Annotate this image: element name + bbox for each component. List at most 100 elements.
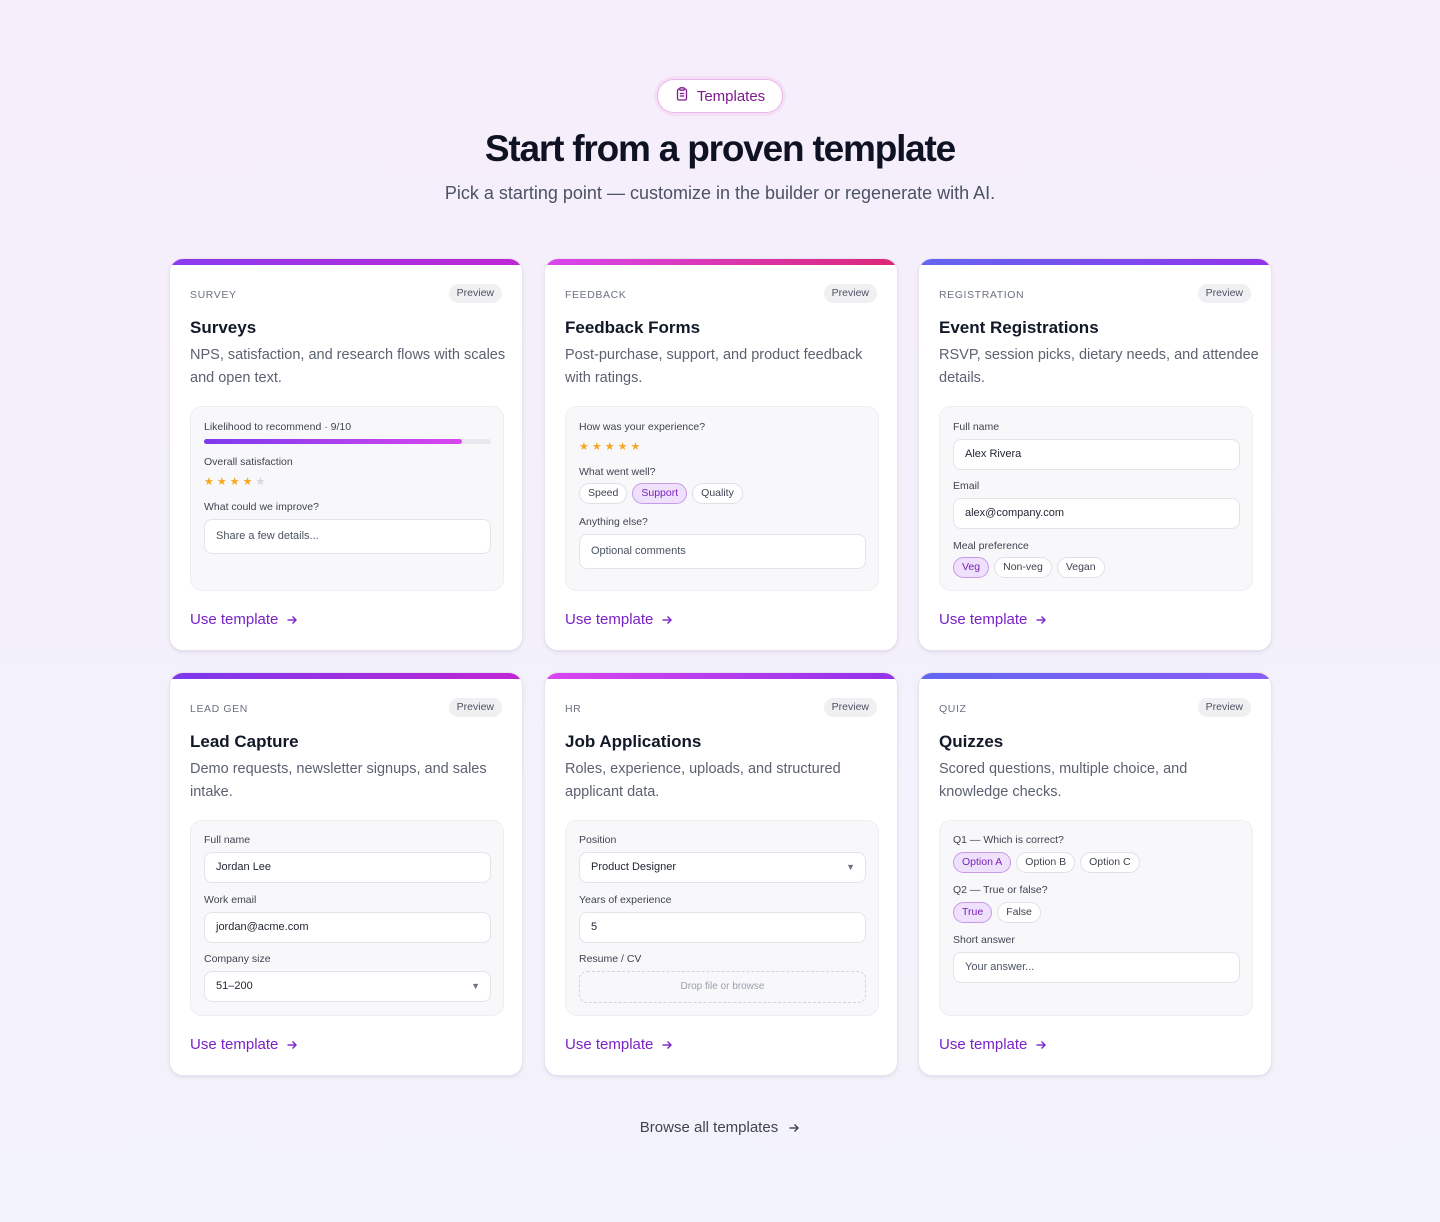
template-card-feedback[interactable]: FEEDBACK Preview Feedback Forms Post-pur… <box>544 258 898 651</box>
chevron-down-icon: ▼ <box>471 981 480 991</box>
preview-label: What could we improve? <box>204 501 319 513</box>
chevron-down-icon: ▼ <box>846 862 855 872</box>
card-title: Lead Capture <box>190 732 299 751</box>
card-title: Job Applications <box>565 732 702 751</box>
card-accent-bar <box>170 673 522 679</box>
work-email-input[interactable]: jordan@acme.com <box>204 912 491 943</box>
card-category: QUIZ <box>939 703 967 715</box>
preview-label: Years of experience <box>579 894 672 906</box>
preview-label: Overall satisfaction <box>204 456 293 468</box>
preview-label: Full name <box>204 834 251 846</box>
star-rating: ★★★★★ <box>204 476 269 488</box>
form-preview: Position Product Designer ▼ Years of exp… <box>565 820 879 1016</box>
use-template-button[interactable]: Use template <box>565 611 673 628</box>
arrow-right-icon <box>287 615 298 624</box>
position-select[interactable]: Product Designer ▼ <box>579 852 866 883</box>
templates-pill: Templates <box>657 79 783 113</box>
q2-chips: True False <box>953 902 1041 923</box>
preview-label: Work email <box>204 894 257 906</box>
card-accent-bar <box>545 673 897 679</box>
page-subtitle: Pick a starting point — customize in the… <box>444 183 996 203</box>
card-title: Quizzes <box>939 732 1004 751</box>
chip-false[interactable]: False <box>997 902 1041 923</box>
preview-label: Short answer <box>953 934 1015 946</box>
template-card-registration[interactable]: REGISTRATION Preview Event Registrations… <box>918 258 1272 651</box>
use-template-label: Use template <box>565 1036 654 1053</box>
card-description: Post-purchase, support, and product feed… <box>565 347 863 386</box>
card-category: SURVEY <box>190 289 237 301</box>
use-template-label: Use template <box>939 1036 1028 1053</box>
preview-label: Email <box>953 480 980 492</box>
template-card-surveys[interactable]: SURVEY Preview Surveys NPS, satisfaction… <box>169 258 523 651</box>
chip-option-b[interactable]: Option B <box>1016 852 1076 873</box>
resume-dropzone[interactable]: Drop file or browse <box>579 971 866 1003</box>
comments-textarea[interactable]: Optional comments <box>579 534 866 569</box>
use-template-label: Use template <box>565 611 654 628</box>
preview-badge: Preview <box>1197 284 1251 303</box>
template-card-job-applications[interactable]: HR Preview Job Applications Roles, exper… <box>544 672 898 1076</box>
arrow-right-icon <box>662 1040 673 1049</box>
arrow-right-icon <box>662 615 673 624</box>
select-value: Product Designer <box>591 861 676 873</box>
email-input[interactable]: alex@company.com <box>953 498 1240 529</box>
preview-label: Anything else? <box>579 516 648 528</box>
card-title: Feedback Forms <box>565 318 701 337</box>
preview-label: Q1 — Which is correct? <box>953 834 1064 846</box>
meal-chips: Veg Non-veg Vegan <box>953 557 1105 578</box>
use-template-button[interactable]: Use template <box>565 1036 673 1053</box>
preview-badge: Preview <box>823 284 877 303</box>
improve-textarea[interactable]: Share a few details... <box>204 519 491 554</box>
use-template-button[interactable]: Use template <box>190 611 298 628</box>
preview-label: Resume / CV <box>579 953 642 965</box>
form-preview: How was your experience? ★★★★★ What went… <box>565 406 879 591</box>
template-card-lead-capture[interactable]: LEAD GEN Preview Lead Capture Demo reque… <box>169 672 523 1076</box>
chip-veg[interactable]: Veg <box>953 557 990 578</box>
card-description: Demo requests, newsletter signups, and s… <box>190 761 487 800</box>
card-category: REGISTRATION <box>939 289 1025 301</box>
card-category: HR <box>565 703 582 715</box>
browse-all-templates-link[interactable]: Browse all templates <box>0 1119 1440 1136</box>
arrow-right-icon <box>1036 615 1047 624</box>
preview-badge: Preview <box>823 698 877 717</box>
preview-label: Likelihood to recommend · 9/10 <box>204 421 352 433</box>
card-accent-bar <box>919 673 1271 679</box>
preview-label: Full name <box>953 421 1000 433</box>
chip-option-c[interactable]: Option C <box>1080 852 1140 873</box>
select-value: 51–200 <box>216 980 253 992</box>
card-category: FEEDBACK <box>565 289 627 301</box>
browse-all-label: Browse all templates <box>639 1119 779 1136</box>
company-size-select[interactable]: 51–200 ▼ <box>204 971 491 1002</box>
q1-chips: Option A Option B Option C <box>953 852 1140 873</box>
chip-vegan[interactable]: Vegan <box>1056 557 1105 578</box>
star-rating: ★★★★★ <box>579 441 644 453</box>
full-name-input[interactable]: Alex Rivera <box>953 439 1240 470</box>
short-answer-input[interactable]: Your answer... <box>953 952 1240 983</box>
preview-label: Company size <box>204 953 271 965</box>
experience-input[interactable]: 5 <box>579 912 866 943</box>
use-template-button[interactable]: Use template <box>939 611 1047 628</box>
use-template-button[interactable]: Use template <box>190 1036 298 1053</box>
preview-label: Meal preference <box>953 540 1029 552</box>
chip-speed[interactable]: Speed <box>579 483 628 504</box>
preview-badge: Preview <box>1197 698 1251 717</box>
preview-label: How was your experience? <box>579 421 706 433</box>
arrow-right-icon <box>1036 1040 1047 1049</box>
chip-option-a[interactable]: Option A <box>953 852 1012 873</box>
arrow-right-icon <box>287 1040 298 1049</box>
preview-label: Position <box>579 834 617 846</box>
full-name-input[interactable]: Jordan Lee <box>204 852 491 883</box>
chip-support[interactable]: Support <box>632 483 688 504</box>
card-description: RSVP, session picks, dietary needs, and … <box>939 347 1259 386</box>
templates-pill-label: Templates <box>696 87 766 105</box>
chip-non-veg[interactable]: Non-veg <box>994 557 1052 578</box>
chip-true[interactable]: True <box>953 902 993 923</box>
template-card-quizzes[interactable]: QUIZ Preview Quizzes Scored questions, m… <box>918 672 1272 1076</box>
card-accent-bar <box>545 259 897 265</box>
use-template-label: Use template <box>939 611 1028 628</box>
use-template-button[interactable]: Use template <box>939 1036 1047 1053</box>
preview-badge: Preview <box>448 698 502 717</box>
form-preview: Q1 — Which is correct? Option A Option B… <box>939 820 1253 1016</box>
preview-label: What went well? <box>579 466 656 478</box>
chip-quality[interactable]: Quality <box>692 483 743 504</box>
clipboard-icon <box>675 87 689 105</box>
